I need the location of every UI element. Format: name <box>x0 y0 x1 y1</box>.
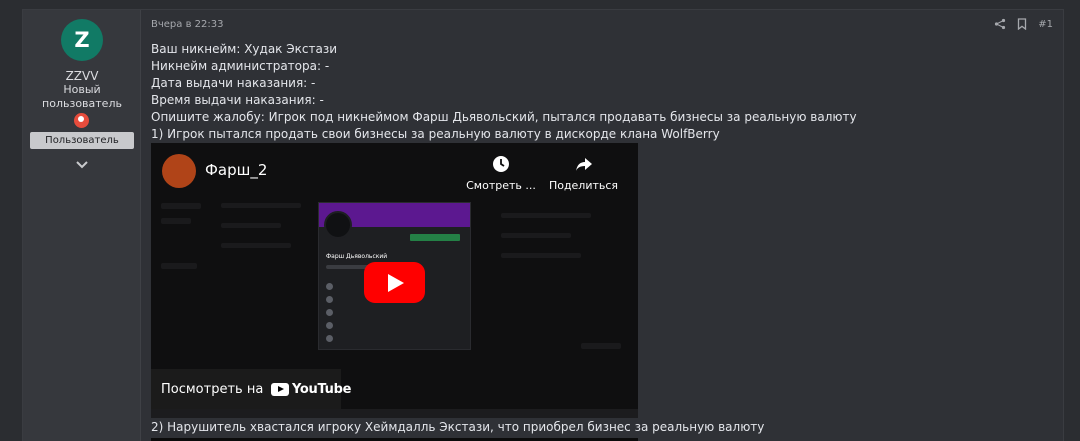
post-line: Никнейм администратора: - <box>151 59 330 73</box>
video-taskbar <box>151 409 638 418</box>
youtube-wordmark: YouTube <box>292 382 352 397</box>
chevron-down-icon[interactable] <box>75 157 89 171</box>
username-link[interactable]: ZZVV <box>23 69 141 83</box>
share-arrow-icon <box>575 158 592 171</box>
video-frame: Фарш_2 Смотреть ... Поделиться Фарш Дьяв… <box>151 143 638 418</box>
play-button[interactable] <box>364 262 425 303</box>
member-row <box>326 335 333 342</box>
post-line: Ваш никнейм: Худак Экстази <box>151 42 337 56</box>
post-line: Время выдачи наказания: - <box>151 93 324 107</box>
post-actions: #1 <box>994 18 1053 30</box>
clock-icon <box>493 156 509 172</box>
post-line: Дата выдачи наказания: - <box>151 76 316 90</box>
share-label: Поделиться <box>548 179 619 192</box>
profile-name: Фарш Дьявольский <box>326 253 388 260</box>
forum-post: Z ZZVV Новый пользователь Пользователь В… <box>22 9 1064 441</box>
bookmark-icon[interactable] <box>1016 18 1028 30</box>
avatar[interactable]: Z <box>61 19 103 61</box>
youtube-icon <box>271 383 289 396</box>
post-content: Вчера в 22:33 #1 Ваш никнейм: Худак Экст… <box>151 10 1053 441</box>
member-row <box>326 322 333 329</box>
channel-avatar[interactable] <box>162 154 196 188</box>
share-icon[interactable] <box>994 18 1006 30</box>
post-date[interactable]: Вчера в 22:33 <box>151 19 223 30</box>
post-body: Ваш никнейм: Худак Экстази Никнейм админ… <box>151 41 1051 143</box>
post-line: 1) Игрок пытался продать свои бизнесы за… <box>151 127 720 141</box>
user-badge-icon <box>74 113 89 128</box>
user-title-line2: пользователь <box>42 97 122 110</box>
watch-later-label: Смотреть ... <box>466 179 536 192</box>
video-title[interactable]: Фарш_2 <box>205 161 267 179</box>
profile-action <box>410 234 460 241</box>
user-title: Новый пользователь <box>23 83 141 111</box>
user-sidebar: Z ZZVV Новый пользователь Пользователь <box>23 10 141 441</box>
member-row <box>326 309 333 316</box>
member-row <box>326 296 333 303</box>
post-line: 2) Нарушитель хвастался игроку Хеймдалль… <box>151 420 765 434</box>
youtube-embed[interactable]: Фарш_2 Смотреть ... Поделиться Фарш Дьяв… <box>151 143 638 418</box>
user-title-line1: Новый <box>63 83 101 96</box>
youtube-logo: YouTube <box>271 382 351 397</box>
watch-later-button[interactable]: Смотреть ... <box>461 155 541 192</box>
post-line: Опишите жалобу: Игрок под никнеймом Фарш… <box>151 110 857 124</box>
watch-on-label: Посмотреть на <box>161 382 264 397</box>
watch-on-youtube-link[interactable]: Посмотреть на YouTube <box>151 369 351 409</box>
post-number[interactable]: #1 <box>1038 19 1053 30</box>
role-banner: Пользователь <box>30 132 134 149</box>
profile-avatar <box>324 211 352 239</box>
member-row <box>326 283 333 290</box>
share-button[interactable]: Поделиться <box>546 155 621 192</box>
